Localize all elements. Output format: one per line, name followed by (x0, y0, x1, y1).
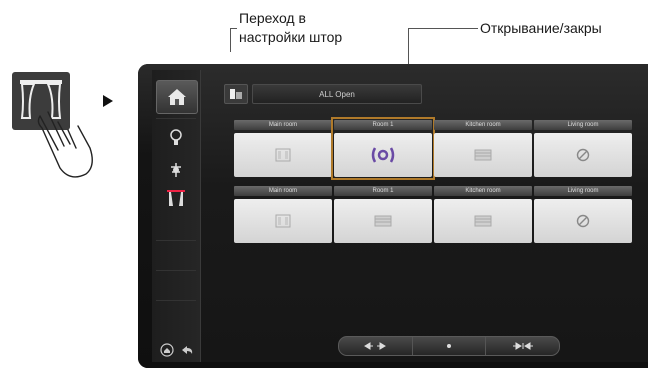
sidebar-light-button[interactable] (156, 122, 196, 154)
sidebar-curtain-button[interactable] (156, 182, 196, 214)
stop-button[interactable] (413, 337, 487, 355)
blind-icon (474, 149, 492, 161)
arrow-right-icon (103, 95, 113, 107)
home-nav-button[interactable] (158, 334, 176, 366)
home-circle-icon (160, 343, 174, 357)
room-cell-main-room[interactable]: Main room (234, 186, 332, 243)
room-cell-living-room[interactable]: Living room (534, 186, 632, 243)
stop-dot-icon (447, 344, 451, 348)
open-close-leader-h (408, 28, 478, 29)
sidebar (152, 70, 201, 362)
curtain-icon (275, 214, 291, 228)
settings-curtain-icon (230, 89, 242, 99)
room-label: Main room (234, 120, 332, 130)
sidebar-separator (156, 118, 196, 119)
room-cell-kitchen-room[interactable]: Kitchen room (434, 186, 532, 243)
settings-callout-line2: настройки штор (239, 29, 343, 45)
room-cell-living-room[interactable]: Living room (534, 120, 632, 177)
room-label: Kitchen room (434, 186, 532, 196)
bulb-icon (170, 129, 182, 145)
room-label: Room 1 (334, 186, 432, 196)
room-cell-room-1[interactable]: Room 1 (334, 186, 432, 243)
close-arrows-icon (512, 342, 533, 350)
room-label: Room 1 (334, 120, 432, 130)
open-button[interactable] (339, 337, 413, 355)
room-tile[interactable] (434, 199, 532, 243)
settings-leader (230, 28, 237, 52)
room-label: Main room (234, 186, 332, 196)
sidebar-separator (156, 270, 196, 271)
room-cell-main-room[interactable]: Main room (234, 120, 332, 177)
close-button[interactable] (486, 337, 559, 355)
room-tile[interactable] (434, 133, 532, 177)
open-arrows-icon (364, 342, 387, 350)
screen-area: ALL Open Main room Room 1 Kitchen room L… (152, 70, 648, 362)
settings-leader-top (230, 28, 237, 29)
room-tile[interactable] (534, 133, 632, 177)
back-button[interactable] (178, 334, 196, 366)
sidebar-separator (156, 300, 196, 301)
room-label: Living room (534, 120, 632, 130)
hand-tap-icon (37, 111, 93, 178)
blind-icon (374, 215, 392, 227)
home-icon (168, 89, 186, 105)
settings-callout-line1: Переход в (239, 10, 306, 26)
back-arrow-icon (182, 346, 193, 354)
fan-icon (171, 163, 181, 177)
sidebar-separator (156, 240, 196, 241)
curtain-settings-button[interactable] (224, 84, 248, 104)
room-tile[interactable] (234, 199, 332, 243)
room-tile[interactable] (334, 199, 432, 243)
disabled-icon (576, 148, 590, 162)
room-tile[interactable] (534, 199, 632, 243)
room-tile[interactable] (334, 133, 432, 177)
sidebar-home-button[interactable] (156, 80, 198, 114)
room-cell-kitchen-room[interactable]: Kitchen room (434, 120, 532, 177)
all-open-field[interactable]: ALL Open (252, 84, 422, 104)
curtain-icon (167, 190, 185, 206)
open-close-callout: Открывание/закры (480, 20, 602, 36)
curtain-icon (275, 148, 291, 162)
room-tile[interactable] (234, 133, 332, 177)
room-label: Living room (534, 186, 632, 196)
disabled-icon (576, 214, 590, 228)
device-screen: ALL Open Main room Room 1 Kitchen room L… (138, 64, 648, 368)
curtain-control-bar (338, 336, 560, 356)
blind-icon (474, 215, 492, 227)
room-label: Kitchen room (434, 120, 532, 130)
room-cell-room-1[interactable]: Room 1 (331, 117, 435, 180)
curtain-open-close-icon (371, 147, 395, 163)
